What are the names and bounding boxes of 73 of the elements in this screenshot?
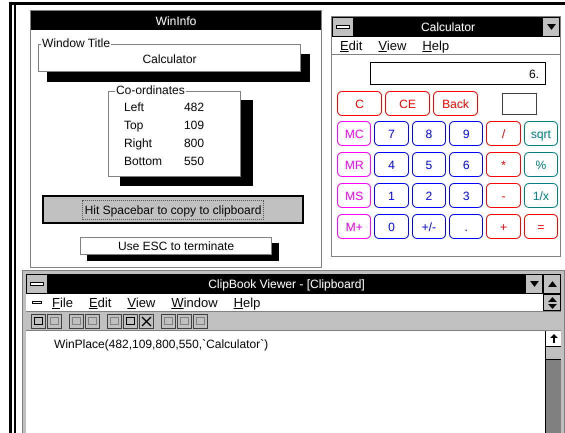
toolbar-icon[interactable]: [107, 314, 122, 328]
calculator-key[interactable]: 1: [374, 183, 409, 208]
coordinate-label: Right: [124, 135, 154, 152]
calculator-key[interactable]: 6: [448, 152, 484, 177]
menu-item[interactable]: Window: [171, 292, 218, 312]
coordinate-label: Left: [124, 99, 146, 116]
copy-button[interactable]: Hit Spacebar to copy to clipboard: [42, 195, 304, 224]
memory-indicator: [502, 92, 537, 114]
calculator-key[interactable]: 0: [374, 214, 409, 239]
calculator-key[interactable]: %: [524, 152, 558, 177]
toolbar-icon[interactable]: [47, 314, 62, 328]
coordinate-label: Bottom: [124, 153, 164, 170]
calculator-key[interactable]: 4: [374, 152, 409, 177]
menu-item[interactable]: File: [52, 292, 73, 312]
calculator-key[interactable]: 8: [412, 121, 446, 146]
menu-item[interactable]: Edit: [340, 36, 362, 56]
calculator-key[interactable]: 5: [412, 152, 446, 177]
coordinate-value: 109: [184, 117, 204, 134]
calculator-key[interactable]: 2: [412, 183, 446, 208]
calculator-key[interactable]: 7: [374, 121, 409, 146]
coordinate-value: 482: [184, 99, 204, 116]
calculator-key[interactable]: CE: [385, 91, 430, 116]
menu-item[interactable]: Edit: [88, 292, 112, 312]
delete-icon[interactable]: [139, 314, 154, 328]
calculator-key[interactable]: .: [448, 214, 484, 239]
down-arrow-icon: [530, 281, 538, 287]
calculator-key[interactable]: sqrt: [524, 121, 558, 146]
calculator-key[interactable]: =: [524, 214, 558, 239]
toolbar-icon[interactable]: [123, 314, 138, 328]
calculator-key[interactable]: 1/x: [524, 183, 558, 208]
up-arrow-icon: [548, 281, 556, 287]
down-arrow-icon: [546, 24, 556, 30]
toolbar-icon[interactable]: [193, 314, 208, 328]
toolbar-icon[interactable]: [31, 314, 46, 328]
menu-item[interactable]: Help: [234, 292, 260, 312]
toolbar-icon[interactable]: [177, 314, 192, 328]
restore-button[interactable]: [543, 294, 561, 311]
minimize-button[interactable]: [525, 274, 543, 294]
scroll-up-icon[interactable]: [550, 334, 558, 343]
menu-item[interactable]: View: [127, 292, 156, 312]
menu-item[interactable]: Help: [422, 36, 450, 56]
calculator-key[interactable]: -: [486, 183, 521, 208]
calculator-key[interactable]: 9: [448, 121, 484, 146]
calculator-key[interactable]: Back: [433, 91, 478, 116]
calculator-key[interactable]: /: [486, 121, 521, 146]
window-title: WinInfo: [31, 11, 321, 30]
group-label: Co-ordinates: [115, 83, 186, 97]
coordinate-value: 800: [184, 135, 204, 152]
display-field: 6.: [370, 62, 546, 85]
up-down-arrow-icon: [548, 296, 556, 308]
calculator-key[interactable]: +/-: [412, 214, 446, 239]
status-note: Use ESC to terminate: [80, 237, 272, 255]
toolbar-icon[interactable]: [161, 314, 176, 328]
menu-item[interactable]: View: [378, 36, 406, 56]
system-menu-icon[interactable]: [332, 17, 354, 37]
calculator-key[interactable]: +: [486, 214, 521, 239]
coordinate-value: 550: [184, 153, 204, 170]
group-label: Window Title: [41, 36, 112, 50]
minimize-button[interactable]: [542, 17, 560, 37]
calculator-key[interactable]: C: [337, 91, 382, 116]
window-title: ClipBook Viewer - [Clipboard]: [207, 276, 366, 293]
window-title: Calculator: [420, 19, 476, 36]
clipboard-content: WinPlace(482,109,800,550,`Calculator`): [53, 336, 270, 353]
vertical-scrollbar[interactable]: [545, 331, 561, 433]
title-value: Calculator: [142, 51, 197, 68]
maximize-button[interactable]: [543, 274, 561, 294]
calculator-key[interactable]: *: [486, 152, 521, 177]
system-menu-icon[interactable]: [26, 274, 48, 294]
toolbar-icon[interactable]: [69, 314, 84, 328]
calculator-key[interactable]: 3: [448, 183, 484, 208]
toolbar-icon[interactable]: [85, 314, 100, 328]
coordinate-label: Top: [124, 117, 144, 134]
scroll-thumb[interactable]: [546, 347, 561, 360]
